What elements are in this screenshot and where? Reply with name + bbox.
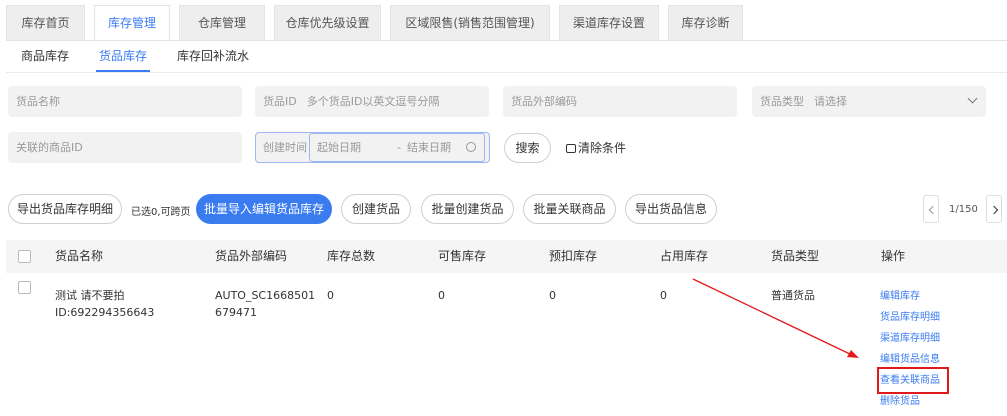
batch-link-items-button[interactable]: 批量关联商品 — [523, 194, 616, 224]
tab-warehouse-management[interactable]: 仓库管理 — [179, 5, 265, 40]
export-goods-info-button[interactable]: 导出货品信息 — [625, 194, 717, 224]
edit-stock-link[interactable]: 编辑库存 — [880, 286, 946, 307]
total-stock-cell: 0 — [327, 289, 334, 302]
channel-stock-detail-link[interactable]: 渠道库存明细 — [880, 328, 946, 349]
create-time-label: 创建时间 — [263, 141, 307, 154]
create-goods-button[interactable]: 创建货品 — [341, 194, 411, 224]
prev-page-icon[interactable] — [923, 195, 939, 223]
page-indicator: 1/150 — [949, 203, 978, 215]
tab-item-inventory[interactable]: 商品库存 — [6, 40, 84, 72]
col-operations: 操作 — [881, 249, 906, 263]
batch-import-edit-button[interactable]: 批量导入编辑货品库存 — [196, 194, 332, 224]
sub-tab-divider — [6, 72, 1007, 73]
goods-name-input[interactable]: 货品名称 — [8, 86, 242, 117]
col-goods-name: 货品名称 — [55, 249, 104, 263]
selection-note: 已选0,可跨页 — [131, 207, 191, 218]
search-button[interactable]: 搜索 — [504, 133, 551, 163]
top-tab-bar: 库存首页 库存管理 仓库管理 仓库优先级设置 区域限售(销售范围管理) 渠道库存… — [6, 5, 752, 40]
external-code-line-1: AUTO_SC1668501 — [215, 289, 316, 302]
row-checkbox[interactable] — [18, 281, 31, 294]
goods-type-label: 货品类型 — [760, 95, 804, 108]
goods-stock-detail-link[interactable]: 货品库存明细 — [880, 307, 946, 328]
goods-id: ID:692294356643 — [55, 306, 155, 319]
goods-name-cell: 测试 请不要拍 ID:692294356643 — [55, 287, 154, 321]
occupied-stock-cell: 0 — [660, 289, 667, 302]
tab-replenish-log[interactable]: 库存回补流水 — [162, 40, 264, 72]
goods-id-label: 货品ID — [263, 95, 297, 108]
goods-name-placeholder: 货品名称 — [16, 95, 60, 108]
goods-id-placeholder: 多个货品ID以英文逗号分隔 — [306, 95, 440, 108]
goods-type-cell: 普通货品 — [771, 289, 815, 302]
view-linked-items-link[interactable]: 查看关联商品 — [877, 367, 949, 394]
end-date-input[interactable]: 结束日期 — [407, 134, 451, 161]
clear-conditions-label: 清除条件 — [578, 141, 627, 155]
create-time-range: 创建时间 起始日期 - 结束日期 — [255, 132, 490, 163]
sub-tab-bar: 商品库存 货品库存 库存回补流水 — [6, 40, 264, 72]
tab-inventory-diagnosis[interactable]: 库存诊断 — [668, 5, 743, 40]
goods-id-input[interactable]: 货品ID 多个货品ID以英文逗号分隔 — [255, 86, 489, 117]
sellable-stock-cell: 0 — [438, 289, 445, 302]
linked-item-id-placeholder: 关联的商品ID — [16, 141, 83, 154]
col-sellable-stock: 可售库存 — [438, 249, 487, 263]
tab-goods-inventory[interactable]: 货品库存 — [84, 40, 162, 72]
batch-create-goods-button[interactable]: 批量创建货品 — [421, 194, 514, 224]
export-inventory-detail-button[interactable]: 导出货品库存明细 — [8, 194, 122, 224]
eraser-icon — [566, 144, 576, 153]
col-goods-type: 货品类型 — [771, 249, 820, 263]
operations-cell: 编辑库存 货品库存明细 渠道库存明细 编辑货品信息 查看关联商品 删除货品 — [877, 286, 949, 412]
external-code-placeholder: 货品外部编码 — [511, 95, 577, 108]
edit-goods-info-link[interactable]: 编辑货品信息 — [880, 349, 946, 370]
next-page-icon[interactable] — [985, 195, 1002, 223]
delete-goods-link[interactable]: 删除货品 — [880, 391, 946, 412]
table-header: 货品名称 货品外部编码 库存总数 可售库存 预扣库存 占用库存 货品类型 操作 — [6, 240, 1007, 273]
external-code-line-2: 679471 — [215, 306, 257, 319]
table-row: 测试 请不要拍 ID:692294356643 AUTO_SC1668501 6… — [6, 273, 1007, 416]
goods-name: 测试 请不要拍 — [55, 289, 125, 302]
col-withheld-stock: 预扣库存 — [549, 249, 598, 263]
linked-item-id-input[interactable]: 关联的商品ID — [8, 132, 242, 163]
date-separator: - — [397, 141, 401, 154]
clear-conditions-button[interactable]: 清除条件 — [566, 139, 626, 157]
col-external-code: 货品外部编码 — [215, 249, 288, 263]
pagination: 1/150 — [923, 195, 1002, 223]
date-range-picker[interactable]: 起始日期 - 结束日期 — [309, 133, 485, 162]
withheld-stock-cell: 0 — [549, 289, 556, 302]
goods-type-placeholder: 请选择 — [814, 95, 847, 108]
external-code-input[interactable]: 货品外部编码 — [503, 86, 737, 117]
select-all-checkbox[interactable] — [18, 250, 31, 263]
tab-inventory-home[interactable]: 库存首页 — [6, 5, 85, 40]
tab-regional-sales-limit[interactable]: 区域限售(销售范围管理) — [390, 5, 550, 40]
chevron-down-icon — [967, 93, 978, 104]
start-date-input[interactable]: 起始日期 — [317, 134, 361, 161]
external-code-cell: AUTO_SC1668501 679471 — [215, 287, 315, 321]
tab-warehouse-priority[interactable]: 仓库优先级设置 — [274, 5, 381, 40]
goods-type-select[interactable]: 货品类型 请选择 — [752, 86, 986, 117]
col-total-stock: 库存总数 — [327, 249, 376, 263]
col-occupied-stock: 占用库存 — [660, 249, 709, 263]
calendar-icon[interactable] — [466, 142, 476, 152]
tab-channel-inventory[interactable]: 渠道库存设置 — [559, 5, 659, 40]
tab-inventory-management[interactable]: 库存管理 — [94, 5, 170, 40]
